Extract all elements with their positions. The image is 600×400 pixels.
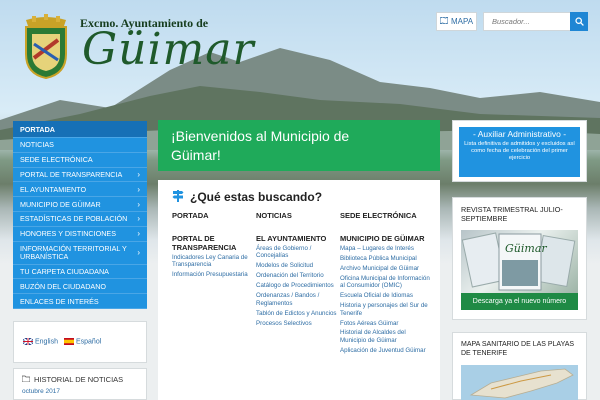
shortcut-link[interactable]: Indicadores Ley Canaria de Transparencia [172, 254, 256, 269]
shortcut-link[interactable]: Áreas de Gobierno / Concejalías [256, 245, 340, 260]
language-english[interactable]: English [23, 338, 58, 346]
news-history-title: HISTORIAL DE NOTICIAS [34, 375, 124, 384]
sidebar-item-label: MUNICIPIO DE GÜIMAR [20, 199, 101, 209]
sidebar-item-label: TU CARPETA CIUDADANA [20, 266, 109, 276]
shortcut-link[interactable]: Procesos Selectivos [256, 320, 340, 327]
sidebar-item-label: PORTADA [20, 124, 56, 134]
shortcut-link[interactable]: Biblioteca Pública Municipal [340, 255, 432, 262]
language-english-label: English [35, 338, 58, 346]
news-history-panel: HISTORIAL DE NOTICIAS octubre 2017 [13, 368, 147, 400]
shortcut-link[interactable]: Historial de Alcaldes del Municipio de G… [340, 329, 432, 344]
uk-flag-icon [23, 338, 33, 346]
shortcut-link[interactable]: Archivo Municipal de Güimar [340, 265, 432, 272]
language-spanish[interactable]: Español [63, 338, 102, 346]
chevron-right-icon: › [137, 199, 140, 209]
shortcut-link[interactable]: Ordenanzas / Bandos / Reglamentos [256, 292, 340, 307]
magazine-card: REVISTA TRIMESTRAL JULIO-SEPTIEMBRE Güim… [452, 197, 587, 320]
beach-health-map-card: MAPA SANITARIO DE LAS PLAYAS DE TENERIFE [452, 332, 587, 400]
sidebar-item-label: SEDE ELECTRÓNICA [20, 155, 93, 165]
job-announcement-description: Lista definitiva de admitidos y excluido… [464, 141, 575, 161]
shortcut-heading-municipio[interactable]: MUNICIPIO DE GÜIMAR [340, 234, 432, 243]
welcome-title-line1: ¡Bienvenidos al Municipio de [171, 128, 350, 144]
map-icon [439, 16, 449, 26]
spain-flag-icon [63, 338, 74, 346]
sidebar-item[interactable]: TU CARPETA CIUDADANA [13, 264, 147, 280]
sidebar-item-label: HONORES Y DISTINCIONES [20, 229, 116, 239]
shortcut-heading-transparencia[interactable]: PORTAL DE TRANSPARENCIA [172, 234, 256, 252]
sidebar-item[interactable]: PORTAL DE TRANSPARENCIA › [13, 167, 147, 183]
magazine-cover-text: Güimar [505, 242, 547, 255]
sidebar-item[interactable]: NOTICIAS [13, 138, 147, 153]
signpost-icon [172, 189, 184, 205]
sidebar-item-label: ESTADÍSTICAS DE POBLACIÓN [20, 214, 128, 224]
shortcut-link[interactable]: Tablón de Edictos y Anuncios [256, 310, 340, 317]
shortcut-link[interactable]: Mapa – Lugares de Interés [340, 245, 432, 252]
sidebar-item-label: ENLACES DE INTERÉS [20, 296, 99, 306]
sidebar-item-label: NOTICIAS [20, 140, 54, 150]
sidebar-item-label: INFORMACIÓN TERRITORIAL Y URBANÍSTICA [20, 243, 127, 261]
sidebar-item[interactable]: ESTADÍSTICAS DE POBLACIÓN › [13, 211, 147, 227]
sidebar-item[interactable]: PORTADA [13, 121, 147, 138]
job-announcement-card[interactable]: - Auxiliar Administrativo - Lista defini… [452, 120, 587, 182]
sidebar-item-label: EL AYUNTAMIENTO [20, 184, 87, 194]
sidebar-item[interactable]: SEDE ELECTRÓNICA [13, 152, 147, 168]
search-icon [574, 13, 584, 31]
job-announcement-title: - Auxiliar Administrativo - [472, 129, 567, 139]
shortcuts-column-2: NOTICIAS EL AYUNTAMIENTO Áreas de Gobier… [256, 211, 340, 329]
sidebar-item[interactable]: EL AYUNTAMIENTO › [13, 182, 147, 198]
shortcuts-column-1: PORTADA PORTAL DE TRANSPARENCIA Indicado… [172, 211, 256, 281]
shortcut-link[interactable]: Fotos Aéreas Güimar [340, 320, 432, 327]
map-button[interactable]: MAPA [436, 12, 477, 31]
tenerife-map-image[interactable] [461, 365, 578, 400]
chevron-right-icon: › [137, 229, 140, 239]
magazine-cover-image[interactable]: Güimar [461, 230, 578, 293]
beach-health-map-title: MAPA SANITARIO DE LAS PLAYAS DE TENERIFE [461, 341, 575, 357]
language-spanish-label: Español [75, 338, 102, 346]
shortcut-link[interactable]: Oficina Municipal de Información al Cons… [340, 275, 432, 290]
shortcut-link[interactable]: Escuela Oficial de Idiomas [340, 292, 432, 299]
coat-of-arms-logo[interactable] [20, 14, 72, 80]
shortcut-link[interactable]: Modelos de Solicitud [256, 262, 340, 269]
sidebar-item[interactable]: MUNICIPIO DE GÜIMAR › [13, 197, 147, 212]
search-input[interactable]: Buscador... [483, 12, 571, 31]
welcome-banner: ¡Bienvenidos al Municipio de Güimar! [158, 120, 440, 171]
shortcut-link[interactable]: Ordenación del Territorio [256, 272, 340, 279]
map-button-label: MAPA [450, 17, 474, 26]
shortcut-link[interactable]: Aplicación de Juventud Güimar [340, 347, 432, 354]
sidebar-item-label: BUZÓN DEL CIUDADANO [20, 281, 106, 291]
shortcut-heading-portada[interactable]: PORTADA [172, 211, 256, 220]
shortcut-link[interactable]: Historia y personajes del Sur de Tenerif… [340, 302, 432, 317]
shortcut-heading-noticias[interactable]: NOTICIAS [256, 211, 340, 220]
chevron-right-icon: › [137, 169, 140, 179]
logo-title[interactable]: Güimar [82, 24, 255, 75]
search-button[interactable] [570, 12, 588, 31]
sidebar-item[interactable]: HONORES Y DISTINCIONES › [13, 226, 147, 242]
sidebar-nav: PORTADA NOTICIAS SEDE ELECTRÓNICA PORTAL DE… [13, 121, 147, 309]
shortcut-link[interactable]: Catálogo de Procedimientos [256, 282, 340, 289]
sidebar-item[interactable]: BUZÓN DEL CIUDADANO [13, 279, 147, 295]
sidebar-item[interactable]: ENLACES DE INTERÉS [13, 294, 147, 309]
shortcut-link[interactable]: Información Presupuestaria [172, 271, 256, 278]
download-magazine-button[interactable]: Descarga ya el nuevo número [461, 293, 578, 310]
language-selector: English Español [13, 321, 147, 363]
shortcut-heading-ayuntamiento[interactable]: EL AYUNTAMIENTO [256, 234, 340, 243]
magazine-title: REVISTA TRIMESTRAL JULIO-SEPTIEMBRE [461, 205, 563, 223]
chevron-right-icon: › [137, 214, 140, 224]
shortcut-heading-sede[interactable]: SEDE ELECTRÓNICA [340, 211, 432, 220]
welcome-title-line2: Güimar! [171, 147, 221, 163]
search-section-title: ¿Qué estas buscando? [190, 190, 323, 204]
chevron-right-icon: › [137, 247, 140, 257]
sidebar-item-label: PORTAL DE TRANSPARENCIA [20, 169, 123, 179]
chevron-right-icon: › [137, 184, 140, 194]
search-shortcuts-panel: ¿Qué estas buscando? PORTADA PORTAL DE T… [158, 180, 440, 400]
shortcuts-column-3: SEDE ELECTRÓNICA MUNICIPIO DE GÜIMAR Map… [340, 211, 432, 357]
sidebar-item[interactable]: INFORMACIÓN TERRITORIAL Y URBANÍSTICA › [13, 241, 147, 265]
folder-icon [21, 375, 31, 384]
news-history-month-link[interactable]: octubre 2017 [22, 388, 138, 395]
